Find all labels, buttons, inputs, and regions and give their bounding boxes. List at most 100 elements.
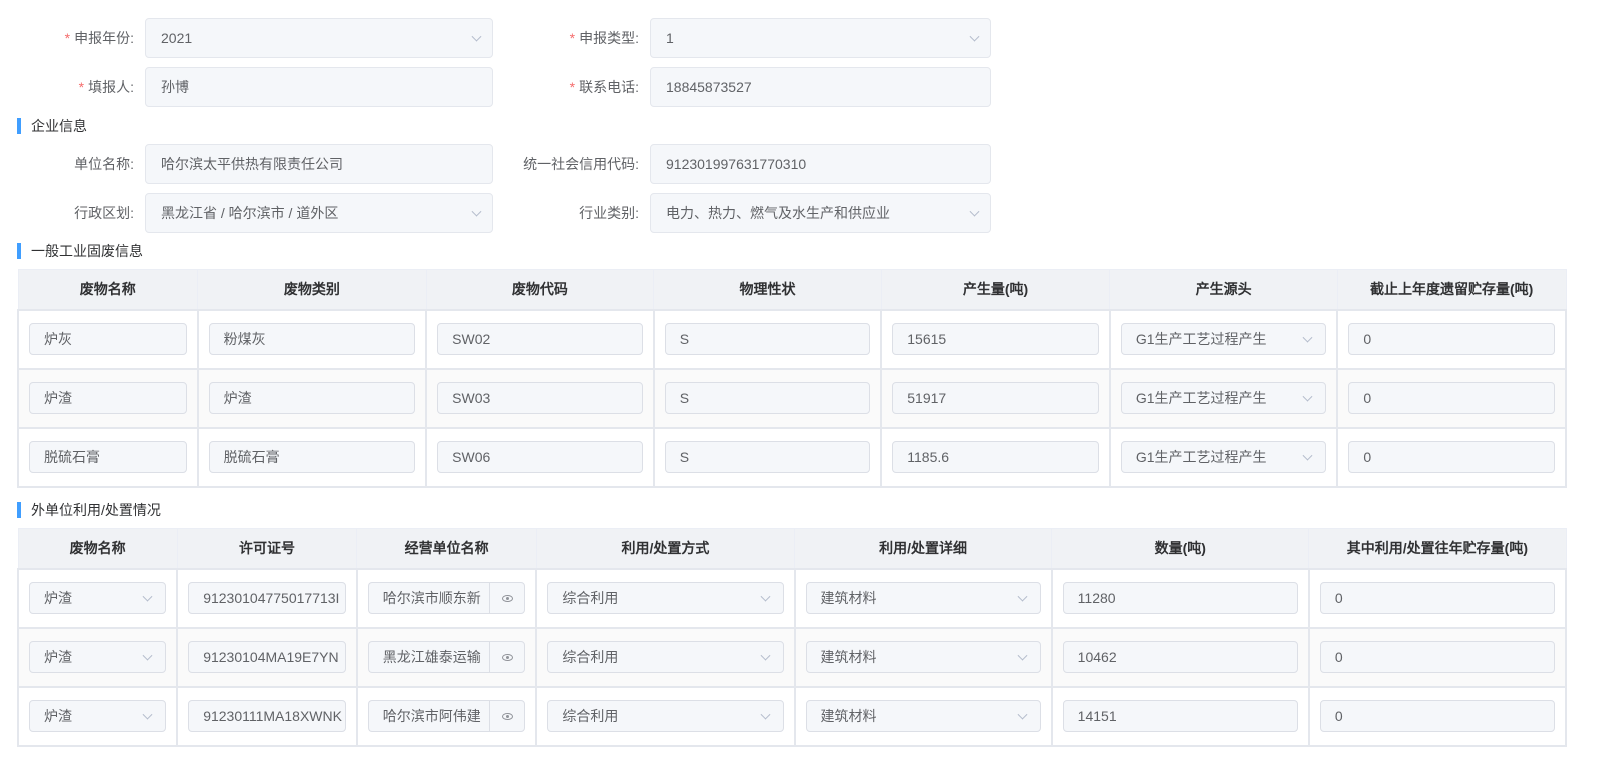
waste-name-select[interactable]: 炉渣 [29, 641, 167, 673]
license-no-input[interactable]: 91230104MA19E7YN [188, 641, 346, 673]
waste-category-input[interactable]: 炉渣 [208, 382, 416, 414]
disposal-method-select[interactable]: 综合利用 [547, 582, 784, 614]
view-button[interactable] [489, 641, 526, 673]
waste-category-input[interactable]: 脱硫石膏 [208, 441, 416, 473]
waste-name-input[interactable]: 炉渣 [29, 382, 187, 414]
source-select[interactable]: G1生产工艺过程产生 [1120, 323, 1327, 355]
output-amount-input[interactable]: 15615 [892, 323, 1099, 355]
column-header: 废物代码 [425, 269, 655, 310]
chevron-down-icon [1302, 450, 1313, 461]
phone-label: * 联系电话: [569, 79, 639, 95]
unit-name-input[interactable]: 哈尔滨太平供热有限责任公司 [145, 144, 493, 184]
chevron-down-icon [1302, 332, 1313, 343]
prior-storage-input[interactable]: 0 [1319, 582, 1555, 614]
view-button[interactable] [489, 700, 526, 732]
legacy-storage-input[interactable]: 0 [1348, 441, 1555, 473]
column-header: 利用/处置方式 [535, 528, 796, 569]
waste-category-input[interactable]: 粉煤灰 [208, 323, 416, 355]
column-header: 利用/处置详细 [794, 528, 1053, 569]
waste-code-input[interactable]: SW03 [437, 382, 643, 414]
license-no-input[interactable]: 91230104775017713I [188, 582, 346, 614]
prior-storage-input[interactable]: 0 [1319, 641, 1555, 673]
chevron-down-icon [471, 31, 482, 42]
year-select[interactable]: 2021 [145, 18, 493, 58]
year-label: * 申报年份: [64, 30, 134, 46]
chevron-down-icon [1302, 391, 1313, 402]
disposal-method-select[interactable]: 综合利用 [547, 641, 784, 673]
quantity-input[interactable]: 11280 [1062, 582, 1298, 614]
operator-name-group: 哈尔滨市顺东新 [367, 582, 526, 614]
industry-label: 行业类别: [579, 205, 639, 221]
chevron-down-icon [969, 31, 980, 42]
output-amount-input[interactable]: 51917 [892, 382, 1099, 414]
quantity-input[interactable]: 10462 [1062, 641, 1298, 673]
chevron-down-icon [142, 591, 153, 602]
physical-state-input[interactable]: S [664, 323, 871, 355]
disposal-detail-select[interactable]: 建筑材料 [805, 582, 1041, 614]
table-row: 炉渣 91230111MA18XWNK 哈尔滨市阿伟建 综合利用 建筑材料 14… [16, 685, 1568, 747]
table-row: 炉灰 粉煤灰 SW02 S 15615 G1生产工艺过程产生 0 [17, 308, 1567, 370]
output-amount-input[interactable]: 1185.6 [892, 441, 1099, 473]
form-row-region-industry: 行政区划: 黑龙江省 / 哈尔滨市 / 道外区 行业类别: 电力、热力、燃气及水… [0, 193, 1000, 233]
external-disposal-table: 废物名称 许可证号 经营单位名称 利用/处置方式 利用/处置详细 数量(吨) 其… [16, 528, 1568, 747]
operator-name-input[interactable]: 哈尔滨市顺东新 [367, 582, 490, 614]
eye-icon [501, 712, 513, 720]
operator-name-input[interactable]: 黑龙江雄泰运输 [367, 641, 490, 673]
disposal-detail-select[interactable]: 建筑材料 [805, 641, 1041, 673]
chevron-down-icon [142, 650, 153, 661]
section-marker [17, 502, 21, 518]
column-header: 废物名称 [17, 269, 199, 310]
chevron-down-icon [1017, 709, 1028, 720]
chevron-down-icon [760, 650, 770, 661]
column-header: 许可证号 [176, 528, 358, 569]
form-row-year-type: * 申报年份: 2021 * 申报类型: 1 [0, 18, 1000, 58]
disposal-detail-select[interactable]: 建筑材料 [805, 700, 1041, 732]
table-row: 炉渣 91230104MA19E7YN 黑龙江雄泰运输 综合利用 建筑材料 10… [16, 626, 1568, 688]
column-header: 截止上年度遗留贮存量(吨) [1336, 269, 1567, 310]
waste-code-input[interactable]: SW02 [437, 323, 643, 355]
license-no-input[interactable]: 91230111MA18XWNK [188, 700, 346, 732]
physical-state-input[interactable]: S [664, 382, 871, 414]
legacy-storage-input[interactable]: 0 [1348, 323, 1555, 355]
reporter-input[interactable]: 孙博 [145, 67, 493, 107]
table-header-row: 废物名称 许可证号 经营单位名称 利用/处置方式 利用/处置详细 数量(吨) 其… [17, 528, 1567, 569]
physical-state-input[interactable]: S [664, 441, 871, 473]
column-header: 数量(吨) [1051, 528, 1310, 569]
waste-name-select[interactable]: 炉渣 [29, 700, 167, 732]
source-select[interactable]: G1生产工艺过程产生 [1120, 441, 1327, 473]
operator-name-input[interactable]: 哈尔滨市阿伟建 [367, 700, 490, 732]
section-marker [17, 243, 21, 259]
form-row-unit-credit: 单位名称: 哈尔滨太平供热有限责任公司 统一社会信用代码: 9123019976… [0, 144, 1000, 184]
waste-name-input[interactable]: 炉灰 [29, 323, 187, 355]
table-row: 炉渣 91230104775017713I 哈尔滨市顺东新 综合利用 建筑材料 … [16, 567, 1568, 629]
source-select[interactable]: G1生产工艺过程产生 [1120, 382, 1327, 414]
chevron-down-icon [1017, 650, 1028, 661]
table-header-row: 废物名称 废物类别 废物代码 物理性状 产生量(吨) 产生源头 截止上年度遗留贮… [17, 269, 1567, 310]
section-title-enterprise: 企业信息 [17, 118, 87, 134]
chevron-down-icon [969, 206, 980, 217]
chevron-down-icon [760, 591, 770, 602]
disposal-method-select[interactable]: 综合利用 [547, 700, 784, 732]
operator-name-group: 黑龙江雄泰运输 [367, 641, 526, 673]
type-label: * 申报类型: [569, 30, 639, 46]
type-select[interactable]: 1 [650, 18, 991, 58]
solid-waste-table: 废物名称 废物类别 废物代码 物理性状 产生量(吨) 产生源头 截止上年度遗留贮… [17, 269, 1567, 488]
region-cascader[interactable]: 黑龙江省 / 哈尔滨市 / 道外区 [145, 193, 493, 233]
section-title-external-disposal: 外单位利用/处置情况 [17, 502, 161, 518]
unit-name-label: 单位名称: [74, 156, 134, 172]
prior-storage-input[interactable]: 0 [1319, 700, 1555, 732]
reporter-label: * 填报人: [78, 79, 134, 95]
eye-icon [501, 594, 513, 602]
waste-code-input[interactable]: SW06 [437, 441, 643, 473]
credit-code-input[interactable]: 912301997631770310 [650, 144, 991, 184]
waste-name-select[interactable]: 炉渣 [29, 582, 167, 614]
view-button[interactable] [489, 582, 526, 614]
industry-select[interactable]: 电力、热力、燃气及水生产和供应业 [650, 193, 991, 233]
waste-name-input[interactable]: 脱硫石膏 [29, 441, 187, 473]
quantity-input[interactable]: 14151 [1062, 700, 1298, 732]
chevron-down-icon [142, 709, 153, 720]
phone-input[interactable]: 18845873527 [650, 67, 991, 107]
column-header: 产生源头 [1109, 269, 1338, 310]
legacy-storage-input[interactable]: 0 [1348, 382, 1555, 414]
table-row: 炉渣 炉渣 SW03 S 51917 G1生产工艺过程产生 0 [17, 367, 1567, 429]
